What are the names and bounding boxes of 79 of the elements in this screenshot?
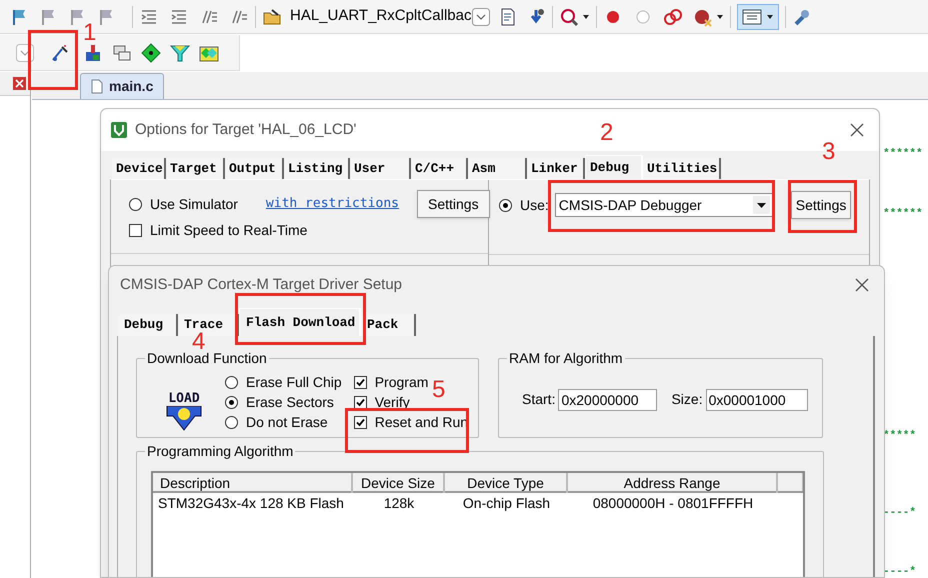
tab[interactable]: Output: [225, 158, 284, 179]
tab[interactable]: Asm: [468, 158, 527, 179]
dropdown-icon[interactable]: [752, 196, 770, 214]
close-icon[interactable]: [854, 277, 870, 293]
checkbox[interactable]: [354, 416, 367, 428]
checkbox[interactable]: [354, 376, 367, 388]
tab[interactable]: Listing: [284, 158, 350, 179]
code-text: *****: [883, 430, 916, 442]
field-label: Start:: [522, 390, 556, 409]
folder-icon[interactable]: [262, 6, 282, 26]
column-header[interactable]: Device Type: [445, 473, 568, 493]
settings-button[interactable]: Settings: [790, 191, 852, 219]
radio-button[interactable]: [225, 376, 238, 388]
magnifier-icon[interactable]: [559, 6, 580, 26]
table-cell-text: On-chip Flash: [462, 494, 552, 513]
window-button[interactable]: [737, 4, 780, 30]
file-icon: [91, 79, 103, 94]
table-cell-text: 128k: [382, 494, 416, 512]
table-cell-text: STM32G43x-4x 128 KB Flash: [157, 494, 345, 512]
tab[interactable]: Target: [166, 158, 225, 179]
step-number: 5: [432, 379, 446, 401]
load-icon[interactable]: [83, 42, 103, 62]
checkbox[interactable]: [354, 396, 367, 408]
highlight-overlay: [788, 180, 857, 233]
tab[interactable]: Pack: [361, 314, 416, 336]
radio-label: Erase Sectors: [246, 392, 334, 412]
close-icon[interactable]: [849, 122, 865, 138]
window-title: CMSIS-DAP Cortex-M Target Driver Setup: [120, 274, 402, 295]
caret-icon[interactable]: [716, 12, 724, 20]
tab[interactable]: Flash Download: [239, 308, 361, 336]
close-icon[interactable]: [13, 77, 26, 90]
tab[interactable]: Debug: [118, 314, 178, 336]
app-icon: [111, 122, 127, 138]
tab[interactable]: Debug: [585, 155, 643, 179]
settings-button[interactable]: Settings: [416, 190, 490, 218]
table-cell-text: 08000000H - 0801FFFFH: [592, 494, 754, 512]
step-number: 1: [83, 22, 96, 44]
code-text: ******: [883, 208, 923, 220]
field-label: Size:: [671, 390, 703, 409]
code-text: ----*: [883, 566, 916, 578]
radio-label: Do not Erase: [246, 412, 328, 432]
radio-button[interactable]: [129, 198, 142, 210]
input-field[interactable]: 0x20000000: [558, 388, 658, 410]
column-header[interactable]: Description: [153, 473, 353, 493]
diamond-icon[interactable]: [141, 42, 161, 62]
caret-icon[interactable]: [582, 12, 590, 20]
window-title: Options for Target 'HAL_06_LCD': [135, 120, 356, 140]
checkbox-label: Verify: [374, 392, 410, 412]
radio-button[interactable]: [225, 396, 238, 408]
checkbox-label: Program: [374, 372, 428, 392]
input-field[interactable]: 0x00001000: [706, 388, 808, 410]
tab[interactable]: C/C++: [411, 158, 468, 179]
file-tab[interactable]: main.c: [80, 73, 164, 99]
debugger-dropdown[interactable]: CMSIS-DAP Debugger: [554, 193, 773, 217]
radio-button[interactable]: [499, 198, 512, 212]
step-number: 3: [822, 141, 836, 163]
column-header[interactable]: Address Range: [568, 473, 778, 493]
rings-icon[interactable]: [663, 6, 684, 26]
tab[interactable]: User: [350, 158, 411, 179]
highlight-overlay: [28, 30, 78, 90]
radio-button[interactable]: [225, 416, 238, 428]
windows-icon[interactable]: [112, 42, 132, 62]
restrictions-link[interactable]: with restrictions: [266, 194, 399, 214]
column-header[interactable]: Device Size: [353, 473, 445, 493]
code-text: ******: [883, 148, 923, 160]
radio-label: Use:: [520, 196, 549, 214]
step-number: 2: [600, 122, 614, 144]
funnel-icon[interactable]: [170, 42, 190, 62]
tab[interactable]: Utilities: [643, 158, 721, 179]
code-text: ----*: [883, 507, 916, 519]
tab[interactable]: Device: [112, 158, 166, 179]
wand-icon[interactable]: [50, 42, 70, 62]
tab[interactable]: Linker: [527, 158, 585, 179]
checkbox-label: Limit Speed to Real-Time: [150, 220, 308, 240]
window-icon: [742, 8, 762, 26]
checkbox[interactable]: [129, 224, 142, 236]
radio-label: Erase Full Chip: [246, 372, 342, 392]
radio-label: Use Simulator: [150, 194, 238, 214]
caret-icon: [766, 12, 774, 20]
